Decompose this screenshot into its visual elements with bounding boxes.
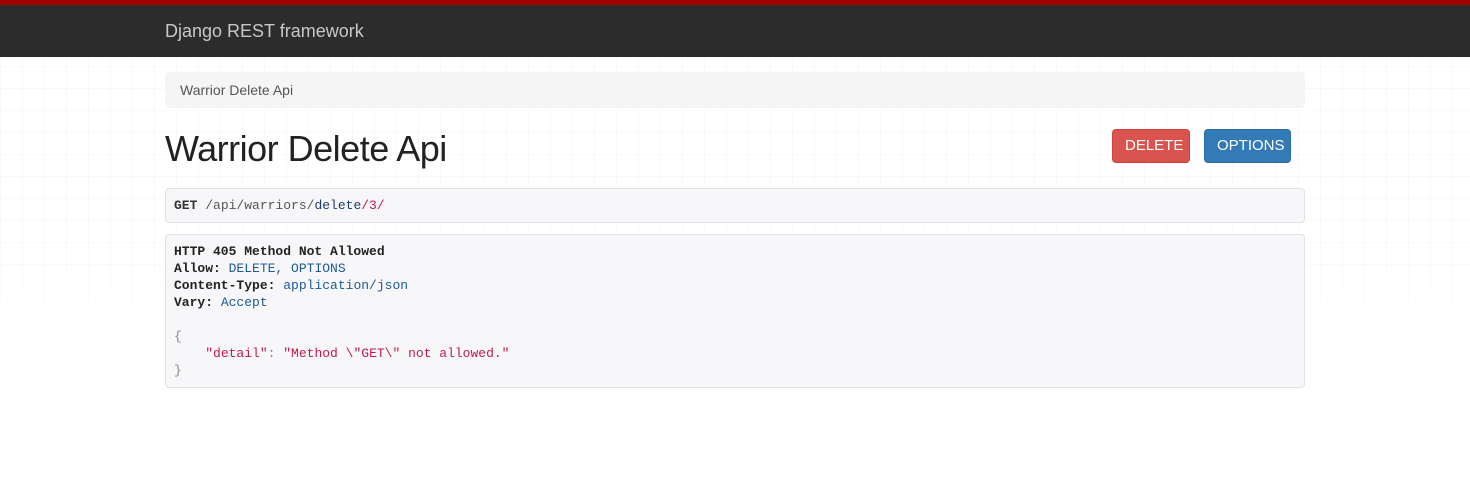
navbar: Django REST framework [0,0,1470,57]
json-close-brace: } [174,363,182,378]
header-name-allow: Allow: [174,261,221,276]
header-value-content-type: application/json [283,278,409,293]
main-content: Warrior Delete Api Warrior Delete Api DE… [165,72,1305,388]
header-value-allow: DELETE, OPTIONS [228,261,346,276]
header-value-vary: Accept [220,295,268,310]
json-value-detail: "Method \"GET\" not allowed." [283,346,510,361]
response-info: HTTP 405 Method Not Allowed Allow: DELET… [165,234,1305,388]
page-header: Warrior Delete Api DELETE OPTIONS [165,108,1305,188]
json-colon: : [267,346,284,361]
request-path-highlight: delete [314,198,362,213]
delete-button[interactable]: DELETE [1112,129,1190,163]
response-status: HTTP 405 Method Not Allowed [174,244,385,259]
breadcrumb: Warrior Delete Api [165,72,1305,108]
json-key-detail: "detail" [205,346,268,361]
header-name-vary: Vary: [174,295,214,310]
request-info: GET /api/warriors/delete/3/ [165,188,1305,223]
request-path-prefix: /api/warriors/ [205,198,315,213]
request-path-suffix: /3/ [361,198,385,213]
request-method: GET [174,198,198,213]
page-title: Warrior Delete Api [165,128,447,169]
json-open-brace: { [174,329,182,344]
navbar-brand[interactable]: Django REST framework [165,21,364,42]
header-name-content-type: Content-Type: [174,278,276,293]
options-button[interactable]: OPTIONS [1204,129,1291,163]
breadcrumb-item-active: Warrior Delete Api [180,82,294,98]
